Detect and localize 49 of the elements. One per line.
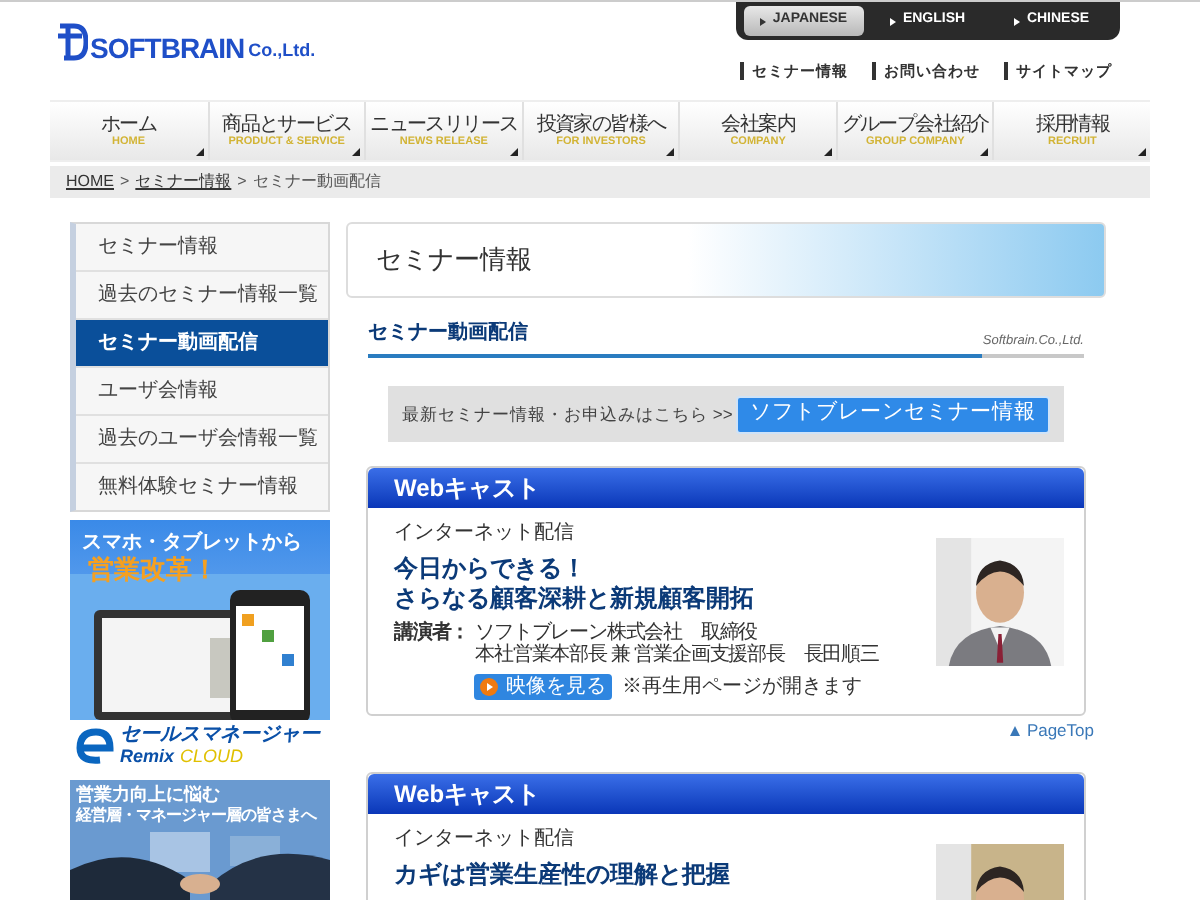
product-sub: Remix bbox=[120, 745, 175, 765]
sidebar-item[interactable]: ユーザ会情報 bbox=[76, 368, 328, 414]
webcast-title: 今日からできる！ さらなる顧客深耕と新規顧客開拓 bbox=[394, 554, 756, 614]
breadcrumb-link[interactable]: HOME bbox=[66, 170, 114, 194]
sidebar-item[interactable]: セミナー情報 bbox=[76, 224, 328, 270]
corner-icon bbox=[195, 148, 204, 156]
webcast-title: カギは営業生産性の理解と把握 bbox=[394, 859, 730, 890]
banner-headline: スマホ・タブレットから bbox=[82, 529, 302, 556]
category-label: インターネット配信 bbox=[394, 825, 576, 854]
corner-icon bbox=[823, 148, 832, 156]
sidebar-item[interactable]: 無料体験セミナー情報 bbox=[76, 464, 328, 510]
corner-icon bbox=[352, 148, 361, 156]
watch-video-button[interactable]: 映像を見る bbox=[474, 674, 612, 700]
banner-headline: 営業力向上に悩む bbox=[76, 784, 220, 804]
corner-icon bbox=[509, 148, 518, 156]
section-title: セミナー動画配信 bbox=[368, 318, 983, 358]
webcast-header: Webキャスト bbox=[368, 773, 1084, 814]
breadcrumb-separator: > bbox=[237, 170, 247, 194]
sidebar-item[interactable]: 過去のユーザ会情報一覧 bbox=[76, 416, 328, 462]
product-tag: CLOUD bbox=[180, 745, 244, 765]
product-name: セールスマネージャー bbox=[120, 725, 320, 745]
webcast-header: Webキャスト bbox=[368, 468, 1084, 508]
seminar-info-button[interactable]: ソフトブレーンセミナー情報 bbox=[736, 395, 1050, 433]
corner-icon bbox=[666, 148, 675, 156]
sidebar-item[interactable]: 過去のセミナー情報一覧 bbox=[76, 272, 328, 318]
play-icon bbox=[480, 678, 498, 696]
logo-mark-icon bbox=[56, 22, 88, 62]
banner-catch: 営業改革！ bbox=[88, 552, 218, 588]
breadcrumb-current: セミナー動画配信 bbox=[252, 170, 381, 194]
page-title: セミナー情報 bbox=[376, 242, 532, 279]
category-label: インターネット配信 bbox=[394, 520, 576, 548]
triangle-icon bbox=[890, 17, 897, 25]
up-arrow-icon bbox=[1010, 725, 1021, 736]
triangle-icon bbox=[760, 17, 767, 25]
speaker-text: ソフトブレーン株式会社 取締役 本社営業本部長 兼 営業企画支援部長 長田順三 bbox=[475, 622, 879, 666]
corner-icon bbox=[980, 148, 989, 156]
banner-catch: 経営層・マネージャー層の皆さまへ bbox=[76, 806, 316, 826]
company-logo[interactable]: SOFTBRAIN Co.,Ltd. bbox=[56, 18, 316, 66]
breadcrumb-separator: > bbox=[120, 170, 130, 194]
breadcrumb-link[interactable]: セミナー情報 bbox=[135, 170, 232, 194]
note-text: ※再生用ページが開きます bbox=[622, 673, 862, 702]
corner-icon bbox=[1137, 148, 1146, 156]
product-banner[interactable]: スマホ・タブレットから 営業改革！ セールスマネージャー Remix CLOUD bbox=[70, 520, 330, 770]
sidebar-item[interactable]: セミナー動画配信 bbox=[76, 320, 328, 366]
speaker-label: 講演者： bbox=[394, 622, 470, 648]
e-logo-icon bbox=[76, 727, 116, 763]
triangle-icon bbox=[1014, 17, 1021, 25]
page-top-link[interactable]: PageTop bbox=[1010, 718, 1094, 744]
promo-text: 最新セミナー情報・お申込みはこちら >> bbox=[402, 401, 733, 427]
